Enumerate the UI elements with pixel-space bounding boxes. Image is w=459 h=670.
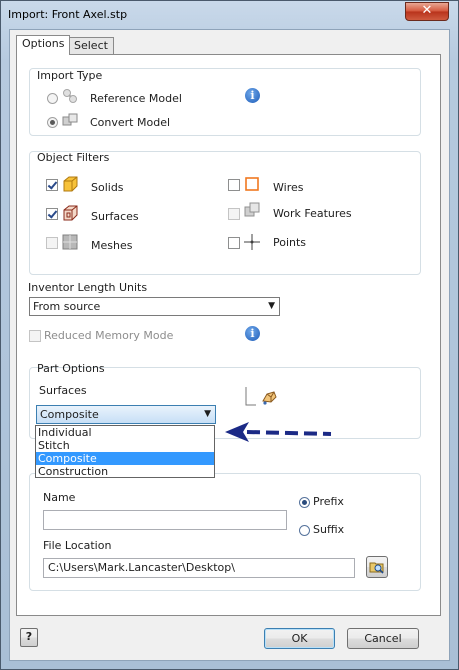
folder-search-icon	[369, 562, 384, 574]
surfaces-option-label: Surfaces	[39, 384, 87, 397]
part-options-label: Part Options	[37, 362, 105, 375]
help-button[interactable]: ?	[20, 628, 38, 647]
wires-icon	[245, 177, 259, 191]
name-input[interactable]	[43, 510, 287, 530]
chevron-down-icon: ▼	[268, 301, 275, 311]
name-label: Name	[43, 491, 76, 504]
points-label: Points	[273, 236, 307, 249]
wires-checkbox[interactable]	[228, 179, 240, 191]
surfaces-options-list[interactable]: Individual Stitch Composite Construction	[35, 425, 215, 478]
surfaces-dropdown[interactable]: Composite ▼	[36, 405, 216, 424]
import-type-label: Import Type	[37, 69, 103, 82]
reduced-memory-info-icon[interactable]: i	[245, 326, 260, 341]
object-filters-group	[29, 151, 421, 275]
window-title: Import: Front Axel.stp	[8, 8, 128, 21]
work-features-label: Work Features	[273, 207, 352, 220]
suffix-label: Suffix	[313, 523, 345, 536]
title-bar[interactable]: Import: Front Axel.stp ✕	[1, 1, 458, 29]
reference-model-radio[interactable]	[47, 93, 58, 104]
options-panel: Import Type Reference Model Convert Mode…	[16, 54, 441, 616]
annotation-arrow-icon	[225, 422, 332, 442]
reference-model-label: Reference Model	[90, 92, 182, 105]
wires-label: Wires	[273, 181, 304, 194]
work-features-checkbox[interactable]	[228, 208, 240, 220]
import-type-info-icon[interactable]: i	[245, 88, 260, 103]
reference-model-icon	[63, 89, 77, 103]
suffix-radio[interactable]	[299, 525, 310, 536]
file-location-label: File Location	[43, 539, 112, 552]
surfaces-dropdown-value: Composite	[40, 408, 99, 421]
solids-icon	[63, 176, 78, 192]
prefix-label: Prefix	[313, 495, 344, 508]
meshes-label: Meshes	[91, 239, 133, 252]
option-construction[interactable]: Construction	[36, 465, 214, 478]
browse-folder-button[interactable]	[366, 556, 388, 578]
option-stitch[interactable]: Stitch	[36, 439, 214, 452]
reduced-memory-checkbox[interactable]	[29, 330, 41, 342]
work-features-icon	[244, 202, 260, 217]
close-button[interactable]: ✕	[405, 2, 449, 21]
tab-options[interactable]: Options	[16, 35, 71, 55]
ok-button[interactable]: OK	[264, 628, 335, 649]
surfaces-filter-label: Surfaces	[91, 210, 139, 223]
file-location-input[interactable]: C:\Users\Mark.Lancaster\Desktop\	[43, 558, 355, 578]
object-filters-label: Object Filters	[37, 151, 110, 164]
solids-checkbox[interactable]	[46, 179, 58, 191]
option-individual[interactable]: Individual	[36, 426, 214, 439]
prefix-radio[interactable]	[299, 497, 310, 508]
meshes-icon	[62, 234, 78, 250]
surfaces-checkbox[interactable]	[46, 208, 58, 220]
convert-model-icon	[62, 113, 78, 126]
length-units-dropdown[interactable]: From source ▼	[29, 297, 280, 316]
cancel-button[interactable]: Cancel	[347, 628, 419, 649]
reduced-memory-label: Reduced Memory Mode	[44, 329, 174, 342]
length-units-label: Inventor Length Units	[28, 281, 148, 294]
option-composite[interactable]: Composite	[36, 452, 214, 465]
chevron-down-icon: ▼	[204, 409, 211, 419]
composite-preview-icon	[245, 387, 277, 406]
points-icon	[244, 234, 260, 250]
points-checkbox[interactable]	[228, 237, 240, 249]
convert-model-radio[interactable]	[47, 117, 58, 128]
convert-model-label: Convert Model	[90, 116, 171, 129]
length-units-value: From source	[33, 300, 101, 313]
dialog-client-area: Options Select Import Type Reference Mod…	[9, 29, 450, 661]
solids-label: Solids	[91, 181, 124, 194]
meshes-checkbox[interactable]	[46, 237, 58, 249]
import-dialog: Import: Front Axel.stp ✕ Options Select …	[0, 0, 459, 670]
tab-select[interactable]: Select	[68, 37, 114, 54]
surfaces-icon	[63, 205, 78, 221]
